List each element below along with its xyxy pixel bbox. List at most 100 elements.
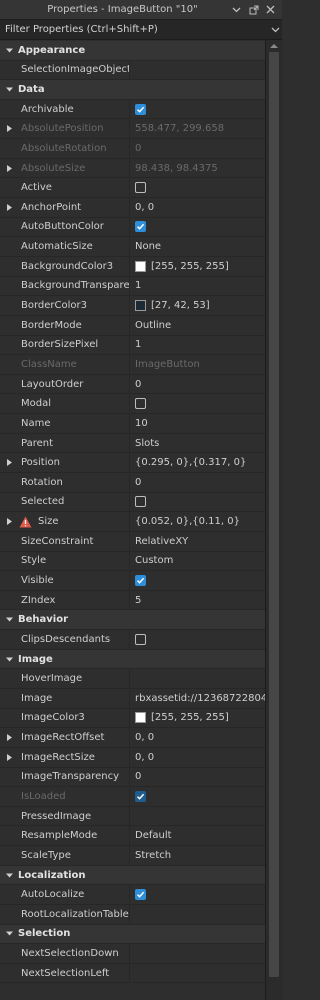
property-row-backgroundtransparency[interactable]: BackgroundTranspare... 1 xyxy=(0,276,265,297)
property-row-bordersizepixel[interactable]: BorderSizePixel 1 xyxy=(0,335,265,356)
property-value-cell[interactable]: 0, 0 xyxy=(130,198,265,217)
property-row-bordermode[interactable]: BorderMode Outline xyxy=(0,315,265,336)
chevron-down-icon[interactable] xyxy=(0,655,18,664)
property-row-pressedimage[interactable]: PressedImage xyxy=(0,806,265,827)
property-row-absoluteposition[interactable]: AbsolutePosition 558.477, 299.658 xyxy=(0,119,265,140)
property-value-cell[interactable]: 0 xyxy=(130,375,265,394)
property-row-automaticsize[interactable]: AutomaticSize None xyxy=(0,237,265,257)
chevron-right-icon[interactable] xyxy=(6,728,13,747)
property-row-isloaded[interactable]: IsLoaded xyxy=(0,787,265,807)
property-value-cell[interactable] xyxy=(130,61,265,80)
property-value-cell[interactable]: 1 xyxy=(130,277,265,296)
property-value-cell[interactable]: Stretch xyxy=(130,846,265,865)
chevron-down-icon[interactable] xyxy=(0,871,18,880)
checkbox[interactable] xyxy=(135,633,146,645)
property-row-classname[interactable]: ClassName ImageButton xyxy=(0,355,265,375)
property-value-cell[interactable] xyxy=(130,885,265,904)
property-value-cell[interactable] xyxy=(130,178,265,197)
property-row-modal[interactable]: Modal xyxy=(0,394,265,415)
property-value-cell[interactable]: Outline xyxy=(130,316,265,335)
checkbox[interactable] xyxy=(135,496,146,508)
property-row-imagerectoffset[interactable]: ImageRectOffset 0, 0 xyxy=(0,728,265,748)
checkbox[interactable] xyxy=(135,398,146,410)
chevron-down-icon[interactable] xyxy=(231,4,242,15)
category-selection[interactable]: Selection xyxy=(0,924,265,945)
property-value-cell[interactable]: 558.477, 299.658 xyxy=(130,119,265,138)
property-value-cell[interactable] xyxy=(130,394,265,413)
property-row-absolutesize[interactable]: AbsoluteSize 98.438, 98.4375 xyxy=(0,158,265,179)
property-row-scaletype[interactable]: ScaleType Stretch xyxy=(0,846,265,866)
color-swatch[interactable] xyxy=(135,712,146,724)
property-value-cell[interactable]: Custom xyxy=(130,552,265,571)
property-row-autobuttoncolor[interactable]: AutoButtonColor xyxy=(0,217,265,238)
property-row-zindex[interactable]: ZIndex 5 xyxy=(0,590,265,611)
property-row-resamplemode[interactable]: ResampleMode Default xyxy=(0,826,265,847)
property-value-cell[interactable] xyxy=(130,571,265,590)
chevron-down-icon[interactable] xyxy=(0,85,18,94)
property-value-cell[interactable]: 0, 0 xyxy=(130,728,265,747)
category-behavior[interactable]: Behavior xyxy=(0,610,265,631)
category-appearance[interactable]: Appearance xyxy=(0,41,265,61)
property-value-cell[interactable]: 0 xyxy=(130,768,265,787)
property-value-cell[interactable] xyxy=(130,964,265,983)
property-value-cell[interactable]: 0, 0 xyxy=(130,748,265,767)
property-row-selectionimageobject[interactable]: SelectionImageObject xyxy=(0,60,265,81)
chevron-right-icon[interactable] xyxy=(6,198,13,217)
property-row-anchorpoint[interactable]: AnchorPoint 0, 0 xyxy=(0,198,265,218)
chevron-down-icon[interactable] xyxy=(0,615,18,624)
property-row-rotation[interactable]: Rotation 0 xyxy=(0,473,265,493)
checkbox[interactable] xyxy=(135,103,146,115)
property-row-autolocalize[interactable]: AutoLocalize xyxy=(0,885,265,905)
property-value-cell[interactable] xyxy=(130,944,265,963)
property-row-name[interactable]: Name 10 xyxy=(0,414,265,434)
property-value-cell[interactable]: [255, 255, 255] xyxy=(130,257,265,276)
chevron-right-icon[interactable] xyxy=(6,748,13,767)
property-value-cell[interactable] xyxy=(130,787,265,806)
property-value-cell[interactable]: 98.438, 98.4375 xyxy=(130,159,265,178)
close-icon[interactable] xyxy=(265,4,276,15)
property-row-sizeconstraint[interactable]: SizeConstraint RelativeXY xyxy=(0,531,265,552)
property-value-cell[interactable]: rbxassetid://12368722804 xyxy=(130,689,265,708)
property-value-cell[interactable] xyxy=(130,218,265,237)
checkbox[interactable] xyxy=(135,182,146,194)
property-value-cell[interactable]: 0 xyxy=(130,473,265,492)
color-swatch[interactable] xyxy=(135,300,146,312)
property-row-nextselectionleft[interactable]: NextSelectionLeft xyxy=(0,963,265,984)
property-row-nextselectiondown[interactable]: NextSelectionDown xyxy=(0,944,265,964)
property-row-style[interactable]: Style Custom xyxy=(0,551,265,572)
property-value-cell[interactable]: {0.052, 0},{0.11, 0} xyxy=(130,512,265,531)
chevron-right-icon[interactable] xyxy=(6,119,13,138)
property-row-bordercolor3[interactable]: BorderColor3 [27, 42, 53] xyxy=(0,296,265,316)
property-value-cell[interactable] xyxy=(130,807,265,826)
property-value-cell[interactable] xyxy=(130,493,265,512)
property-row-imagecolor3[interactable]: ImageColor3 [255, 255, 255] xyxy=(0,708,265,729)
property-value-cell[interactable]: RelativeXY xyxy=(130,532,265,551)
property-value-cell[interactable] xyxy=(130,669,265,688)
property-row-imagetransparency[interactable]: ImageTransparency 0 xyxy=(0,767,265,788)
property-value-cell[interactable]: {0.295, 0},{0.317, 0} xyxy=(130,453,265,472)
scroll-up-icon[interactable] xyxy=(266,40,282,51)
category-localization[interactable]: Localization xyxy=(0,865,265,886)
property-row-absoluterotation[interactable]: AbsoluteRotation 0 xyxy=(0,139,265,159)
property-row-backgroundcolor3[interactable]: BackgroundColor3 [255, 255, 255] xyxy=(0,256,265,277)
property-row-archivable[interactable]: Archivable xyxy=(0,99,265,120)
property-value-cell[interactable]: ImageButton xyxy=(130,355,265,374)
property-row-layoutorder[interactable]: LayoutOrder 0 xyxy=(0,374,265,395)
property-row-selected[interactable]: Selected xyxy=(0,492,265,513)
property-row-clipsdescendants[interactable]: ClipsDescendants xyxy=(0,630,265,650)
filter-properties-input[interactable] xyxy=(5,24,268,35)
property-row-hoverimage[interactable]: HoverImage xyxy=(0,669,265,689)
property-value-cell[interactable]: None xyxy=(130,237,265,256)
property-value-cell[interactable]: 5 xyxy=(130,591,265,610)
property-row-active[interactable]: Active xyxy=(0,178,265,199)
property-row-position[interactable]: Position {0.295, 0},{0.317, 0} xyxy=(0,453,265,473)
property-value-cell[interactable]: 0 xyxy=(130,139,265,158)
property-row-parent[interactable]: Parent Slots xyxy=(0,433,265,454)
popout-icon[interactable] xyxy=(248,4,259,15)
property-value-cell[interactable]: 1 xyxy=(130,336,265,355)
category-image[interactable]: Image xyxy=(0,649,265,670)
property-value-cell[interactable]: [255, 255, 255] xyxy=(130,709,265,728)
property-value-cell[interactable]: 10 xyxy=(130,414,265,433)
property-row-rootlocalizationtable[interactable]: RootLocalizationTable xyxy=(0,904,265,925)
property-value-cell[interactable] xyxy=(130,630,265,649)
